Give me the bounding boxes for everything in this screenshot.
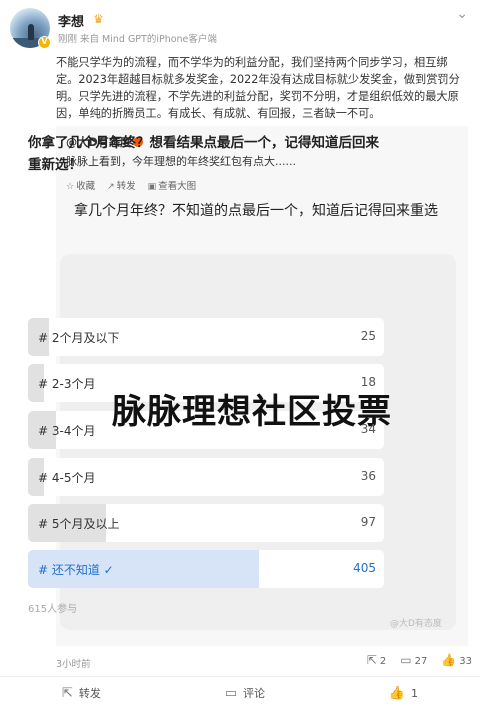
like-label: 1 — [411, 686, 419, 700]
vote-option-selected[interactable]: # 还不知道 ✓ 405 — [28, 550, 384, 588]
thumbs-up-icon: 👍 — [388, 685, 406, 701]
vote-option-label: # 2个月及以下 — [38, 331, 120, 345]
image-icon: ▣ — [147, 182, 157, 192]
comment-button[interactable]: ▭ 评论 — [225, 685, 265, 701]
repost-count: 2 — [379, 656, 387, 667]
verified-badge-icon: V — [38, 36, 51, 49]
participant-count: 615人参与 — [28, 604, 78, 615]
forward-icon: ↗ — [107, 182, 115, 192]
forward-button[interactable]: ↗ 转发 — [107, 178, 136, 192]
vote-option-label: # 还不知道 ✓ — [38, 563, 114, 577]
view-image-button[interactable]: ▣ 查看大图 — [148, 178, 197, 192]
view-image-label: 查看大图 — [158, 181, 197, 192]
overlay-caption: 脉脉理想社区投票 — [112, 392, 392, 432]
watermark: @大D有态度 — [390, 619, 442, 629]
divider — [0, 676, 480, 677]
username[interactable]: 李想 — [58, 11, 84, 30]
vote-title: 拿几个月年终？不知道的点最后一个，知道后记得回来重选 — [74, 203, 438, 219]
vote-option[interactable]: # 5个月及以上 97 — [28, 504, 384, 542]
repost-count-button[interactable]: ⇱ 2 — [367, 653, 386, 667]
comment-icon: ▭ — [224, 685, 237, 701]
comment-label: 评论 — [242, 687, 265, 700]
vote-option-count: 18 — [360, 375, 376, 389]
post-meta: 刚刚 来自 Mind GPT的iPhone客户端 — [58, 34, 217, 45]
post-body: 不能只学华为的流程，而不学华为的利益分配，我们坚持两个同步学习，相互绑定。202… — [56, 56, 460, 120]
vote-option-label: # 5个月及以上 — [38, 517, 120, 531]
vote-option-count: 97 — [360, 515, 376, 529]
share-icon: ⇱ — [366, 653, 377, 667]
star-icon: ☆ — [66, 182, 75, 192]
collect-button[interactable]: ☆ 收藏 — [66, 178, 95, 192]
like-count-button[interactable]: 👍 33 — [441, 653, 472, 667]
post-header: V 李想 ♛ 刚刚 来自 Mind GPT的iPhone客户端 ⌄ — [10, 6, 470, 49]
collect-label: 收藏 — [76, 181, 96, 192]
comment-icon: ▭ — [400, 653, 412, 667]
chevron-down-icon[interactable]: ⌄ — [456, 6, 468, 22]
vote-option-count: 34 — [360, 422, 376, 436]
repost-actions: ☆ 收藏 ↗ 转发 ▣ 查看大图 — [66, 178, 196, 192]
bottom-action-bar: ⇱ 转发 ▭ 评论 👍 1 — [0, 680, 480, 706]
vote-option[interactable]: # 4-5个月 36 — [28, 458, 384, 496]
vote-option-label: # 2-3个月 — [38, 377, 96, 391]
vote-option-label: # 3-4个月 — [38, 424, 96, 438]
vote-option-count: 25 — [360, 329, 376, 343]
forward-button[interactable]: ⇱ 转发 — [62, 685, 101, 701]
comment-count: 27 — [414, 656, 428, 667]
comment-count-button[interactable]: ▭ 27 — [400, 653, 427, 667]
like-button[interactable]: 👍 1 — [389, 686, 418, 701]
vote-option-count: 36 — [360, 469, 376, 483]
vote-question: 你拿了几个月年终？想看结果点最后一个，记得知道后回来重新选！ — [28, 135, 379, 173]
share-icon: ⇱ — [61, 685, 73, 701]
vote-option-count: 405 — [353, 561, 376, 575]
post-time: 3小时前 — [56, 659, 91, 670]
vote-option[interactable]: # 2个月及以下 25 — [28, 318, 384, 356]
vote-option-label: # 4-5个月 — [38, 471, 96, 485]
forward-label: 转发 — [78, 687, 101, 700]
forward-label: 转发 — [116, 181, 136, 192]
crown-icon: ♛ — [93, 12, 104, 26]
like-count: 33 — [459, 656, 472, 667]
thumbs-up-icon: 👍 — [441, 653, 457, 667]
post-stats: ⇱ 2 ▭ 27 👍 33 — [367, 653, 472, 667]
